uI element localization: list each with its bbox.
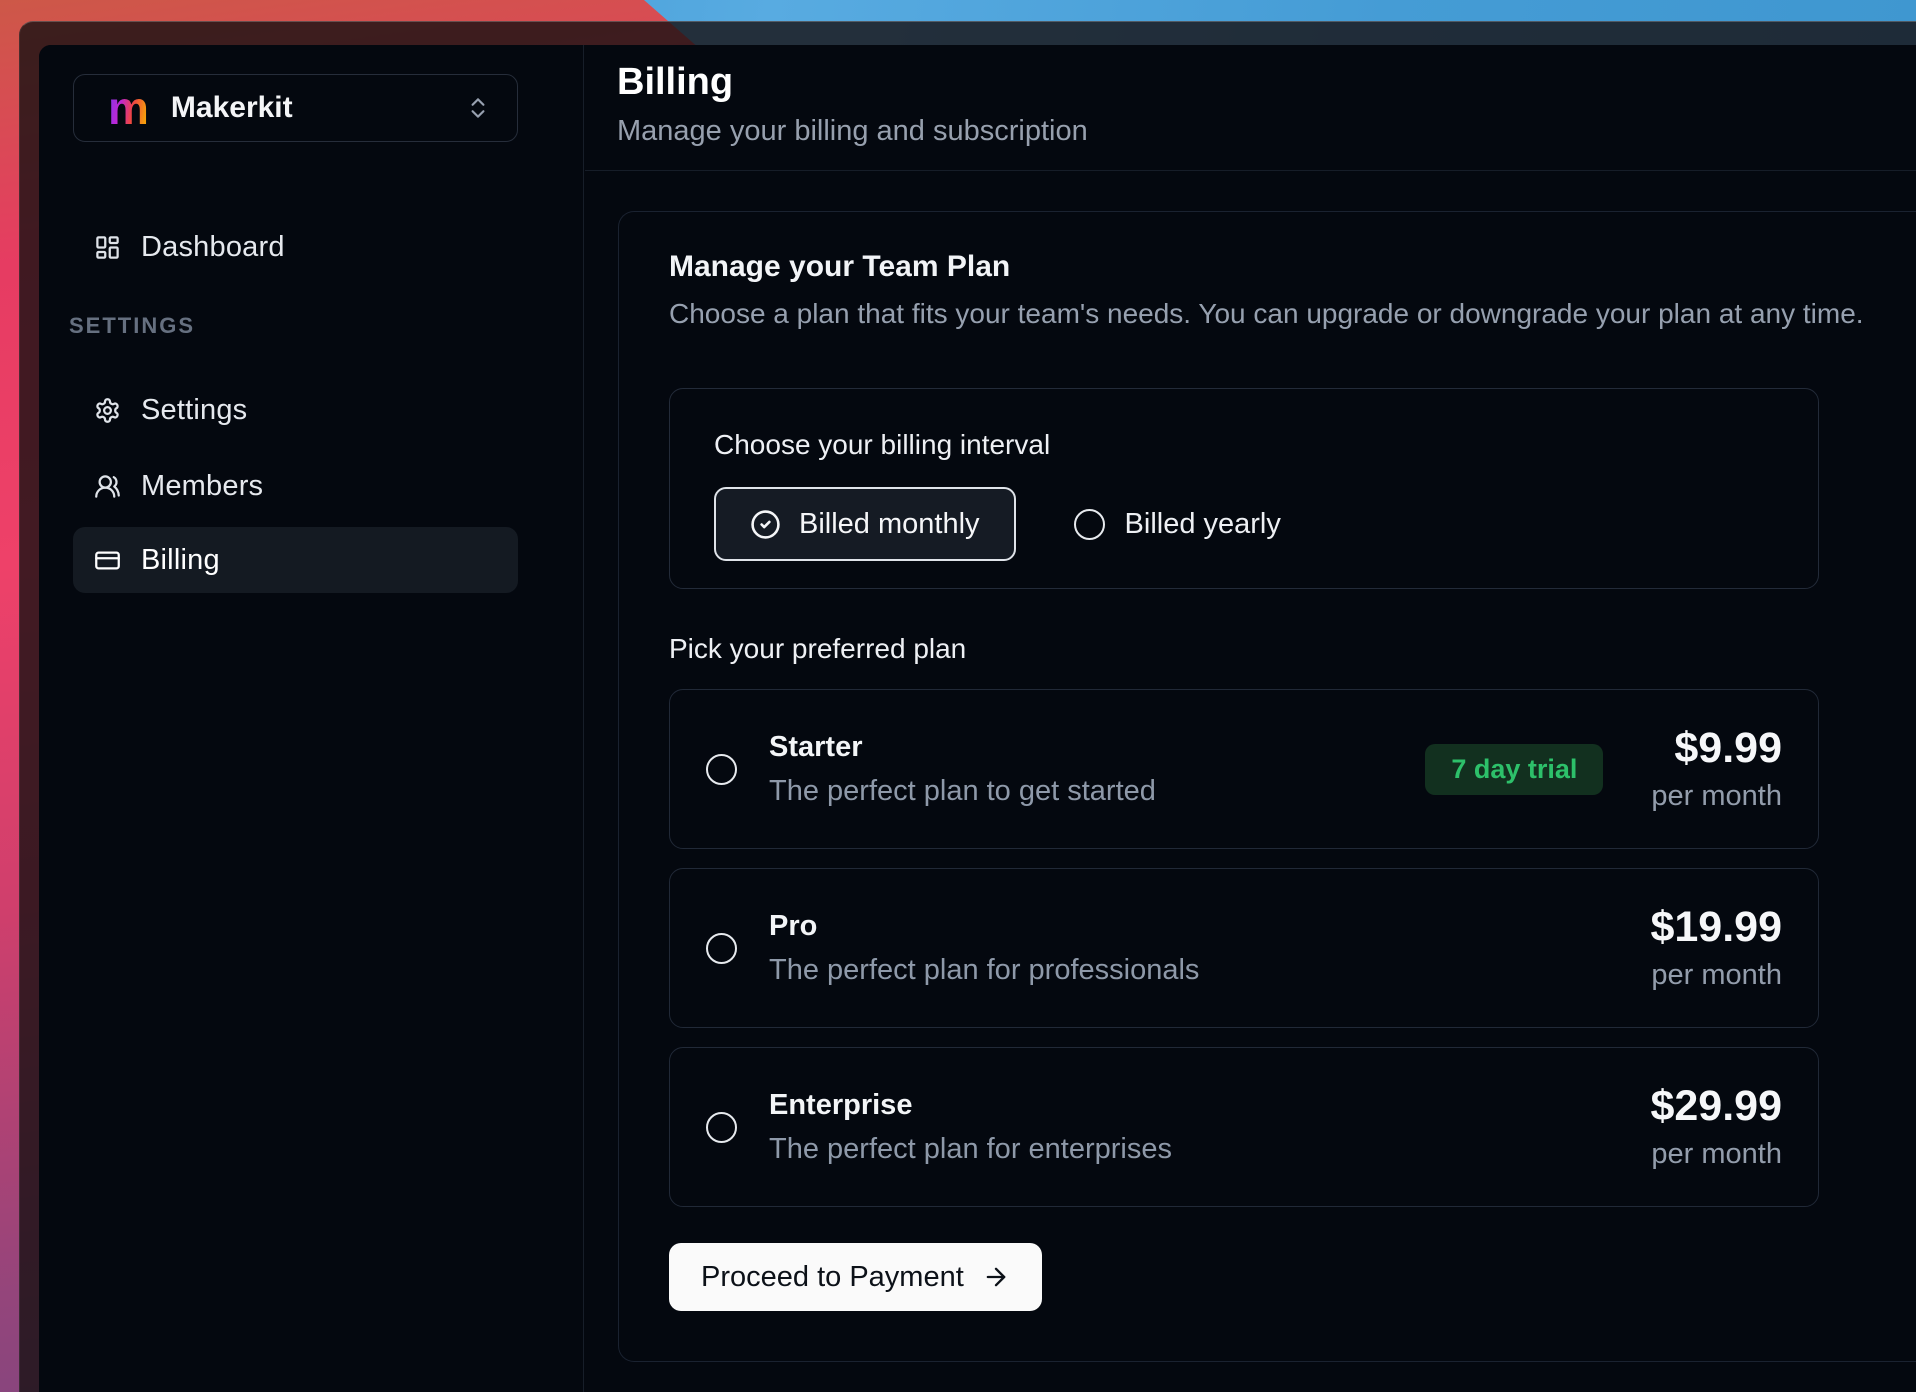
proceed-to-payment-button[interactable]: Proceed to Payment: [669, 1243, 1042, 1311]
plan-name: Pro: [769, 908, 1199, 944]
plan-list: Starter The perfect plan to get started …: [669, 689, 1819, 1207]
radio-unchecked-icon: [1074, 509, 1105, 540]
dashboard-icon: [94, 234, 121, 261]
radio-unchecked-icon[interactable]: [706, 754, 737, 785]
plan-description: The perfect plan for enterprises: [769, 1131, 1172, 1167]
plan-period: per month: [1650, 957, 1782, 993]
plan-price: $19.99: [1650, 903, 1782, 951]
card-subtitle: Choose a plan that fits your team's need…: [669, 296, 1916, 332]
plan-name: Starter: [769, 729, 1156, 765]
sidebar: m Makerkit Dashboard SETTINGS Settings: [39, 45, 584, 1392]
card-title: Manage your Team Plan: [669, 248, 1916, 286]
macos-window-frame: m Makerkit Dashboard SETTINGS Settings: [19, 21, 1916, 1392]
plan-row-starter[interactable]: Starter The perfect plan to get started …: [669, 689, 1819, 849]
main-content: Billing Manage your billing and subscrip…: [585, 45, 1916, 1392]
pick-plan-label: Pick your preferred plan: [669, 633, 1916, 665]
sidebar-section-settings: SETTINGS: [69, 313, 195, 339]
plan-price: $29.99: [1650, 1082, 1782, 1130]
plan-row-pro[interactable]: Pro The perfect plan for professionals $…: [669, 868, 1819, 1028]
makerkit-logo: m: [108, 85, 149, 131]
trial-badge: 7 day trial: [1425, 744, 1603, 795]
plan-row-enterprise[interactable]: Enterprise The perfect plan for enterpri…: [669, 1047, 1819, 1207]
team-plan-card: Manage your Team Plan Choose a plan that…: [618, 211, 1916, 1362]
billed-monthly-option[interactable]: Billed monthly: [714, 487, 1016, 561]
billed-yearly-label: Billed yearly: [1125, 508, 1281, 541]
page-title: Billing: [617, 59, 1916, 105]
plan-name: Enterprise: [769, 1087, 1172, 1123]
credit-card-icon: [94, 547, 121, 574]
arrow-right-icon: [982, 1263, 1010, 1291]
radio-unchecked-icon[interactable]: [706, 933, 737, 964]
billed-monthly-label: Billed monthly: [799, 508, 980, 541]
plan-period: per month: [1651, 778, 1782, 814]
radio-unchecked-icon[interactable]: [706, 1112, 737, 1143]
chevrons-up-down-icon: [465, 95, 491, 121]
gear-icon: [94, 397, 121, 424]
workspace-selector[interactable]: m Makerkit: [73, 74, 518, 142]
sidebar-item-label: Dashboard: [141, 231, 285, 264]
sidebar-item-billing[interactable]: Billing: [73, 527, 518, 593]
cta-label: Proceed to Payment: [701, 1261, 964, 1294]
sidebar-item-label: Billing: [141, 544, 220, 577]
users-icon: [94, 473, 121, 500]
page-header: Billing Manage your billing and subscrip…: [585, 45, 1916, 171]
app-content: m Makerkit Dashboard SETTINGS Settings: [39, 45, 1916, 1392]
billing-interval-box: Choose your billing interval Billed mont…: [669, 388, 1819, 589]
sidebar-item-label: Members: [141, 470, 263, 503]
sidebar-item-label: Settings: [141, 394, 247, 427]
sidebar-item-members[interactable]: Members: [73, 457, 518, 515]
plan-description: The perfect plan to get started: [769, 773, 1156, 809]
sidebar-item-dashboard[interactable]: Dashboard: [73, 218, 518, 276]
billed-yearly-option[interactable]: Billed yearly: [1074, 508, 1281, 541]
workspace-name: Makerkit: [171, 91, 293, 125]
plan-period: per month: [1650, 1136, 1782, 1172]
page-subtitle: Manage your billing and subscription: [617, 113, 1916, 149]
check-circle-icon: [750, 509, 781, 540]
plan-price: $9.99: [1651, 724, 1782, 772]
billing-interval-label: Choose your billing interval: [714, 429, 1818, 461]
plan-description: The perfect plan for professionals: [769, 952, 1199, 988]
sidebar-item-settings[interactable]: Settings: [73, 381, 518, 439]
